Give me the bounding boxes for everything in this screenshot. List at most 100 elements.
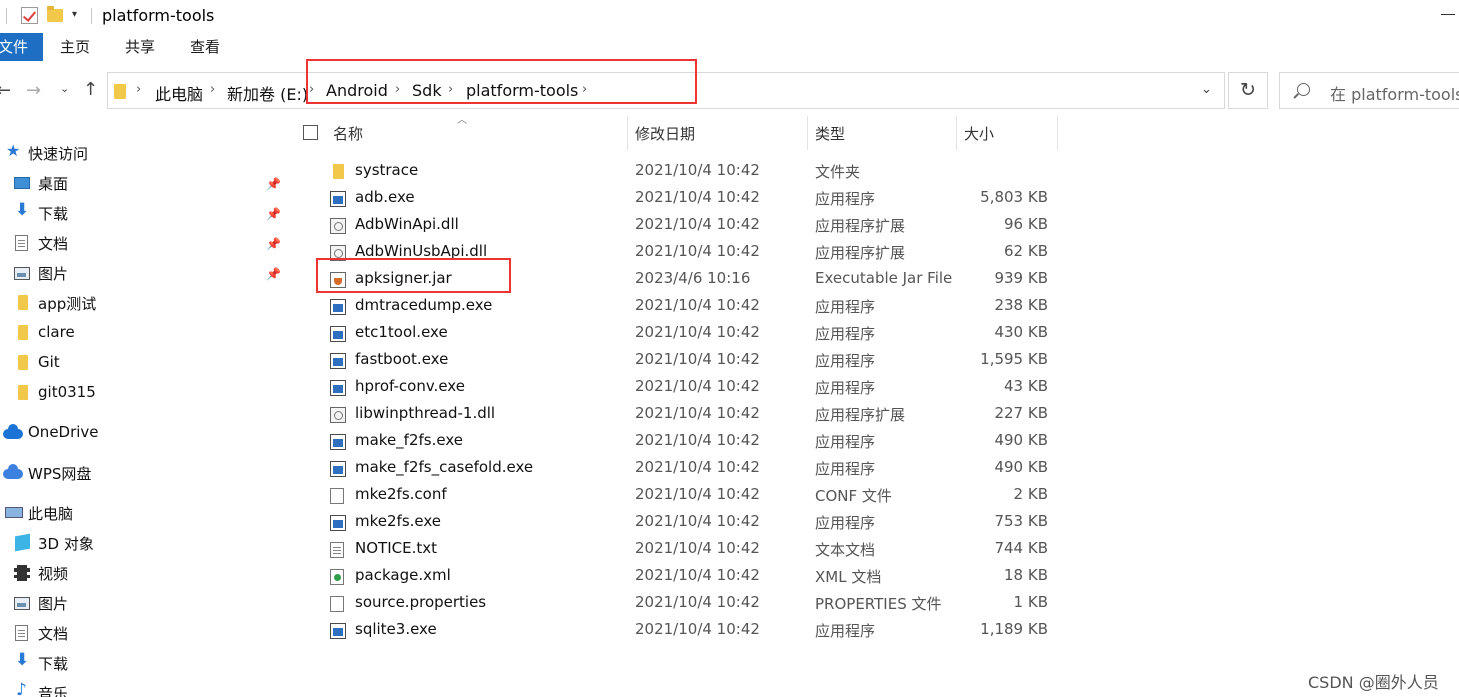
table-row[interactable]: systrace 2021/10/4 10:42 文件夹: [298, 159, 1058, 186]
sidebar-item-label: OneDrive: [28, 423, 99, 441]
file-name: mke2fs.exe: [355, 512, 442, 530]
search-icon: [1297, 83, 1310, 96]
file-date: 2021/10/4 10:42: [635, 431, 760, 449]
table-row[interactable]: dmtracedump.exe 2021/10/4 10:42 应用程序 238…: [298, 294, 1058, 321]
table-row[interactable]: mke2fs.exe 2021/10/4 10:42 应用程序 753 KB: [298, 510, 1058, 537]
file-name: make_f2fs.exe: [355, 431, 463, 449]
sidebar-item-downloads[interactable]: ⬇ 下载 📌: [0, 200, 286, 228]
forward-button[interactable]: →: [26, 80, 41, 101]
breadcrumb-drive[interactable]: 新加卷 (E:): [227, 81, 308, 105]
folder-icon: [18, 355, 28, 370]
column-header-date[interactable]: 修改日期: [635, 123, 695, 144]
table-row[interactable]: libwinpthread-1.dll 2021/10/4 10:42 应用程序…: [298, 402, 1058, 429]
sidebar-item-pc-pictures[interactable]: 图片: [0, 590, 286, 618]
file-date: 2021/10/4 10:42: [635, 620, 760, 638]
sidebar-item-quick-access[interactable]: ★ 快速访问: [0, 140, 286, 168]
table-row[interactable]: make_f2fs_casefold.exe 2021/10/4 10:42 应…: [298, 456, 1058, 483]
exe-icon: [330, 434, 346, 450]
sidebar-item-music[interactable]: ♪ 音乐: [0, 680, 286, 697]
file-size: 5,803 KB: [980, 188, 1048, 206]
sidebar-item-label: Git: [38, 353, 60, 371]
tab-file[interactable]: 文件: [0, 33, 43, 61]
column-divider[interactable]: [627, 116, 628, 150]
quick-access-toolbar-dropdown-icon[interactable]: ▾: [72, 9, 77, 20]
sidebar-item-onedrive[interactable]: OneDrive: [0, 420, 286, 448]
tab-share[interactable]: 共享: [125, 33, 155, 61]
column-header-name[interactable]: 名称: [333, 123, 363, 144]
select-all-checkbox[interactable]: [303, 125, 318, 140]
table-row[interactable]: NOTICE.txt 2021/10/4 10:42 文本文档 744 KB: [298, 537, 1058, 564]
sidebar-item-git0315[interactable]: git0315: [0, 380, 286, 408]
file-type: 应用程序扩展: [815, 244, 906, 262]
table-row[interactable]: make_f2fs.exe 2021/10/4 10:42 应用程序 490 K…: [298, 429, 1058, 456]
breadcrumb-this-pc[interactable]: 此电脑: [155, 81, 203, 105]
sidebar-item-label: clare: [38, 323, 75, 341]
wps-cloud-icon: [3, 464, 23, 479]
sidebar-item-3d-objects[interactable]: 3D 对象: [0, 530, 286, 558]
table-row[interactable]: package.xml 2021/10/4 10:42 XML 文档 18 KB: [298, 564, 1058, 591]
watermark: CSDN @圈外人员: [1308, 673, 1439, 692]
folder-icon: [114, 84, 126, 99]
sidebar-item-pc-documents[interactable]: 文档: [0, 620, 286, 648]
table-row[interactable]: adb.exe 2021/10/4 10:42 应用程序 5,803 KB: [298, 186, 1058, 213]
file-type: 应用程序扩展: [815, 217, 906, 235]
pin-icon[interactable]: 📌: [266, 267, 281, 281]
search-box[interactable]: 在 platform-tools: [1279, 72, 1459, 109]
file-size: 490 KB: [994, 431, 1048, 449]
minimize-button[interactable]: [1441, 14, 1455, 15]
file-name: libwinpthread-1.dll: [355, 404, 496, 422]
table-row[interactable]: mke2fs.conf 2021/10/4 10:42 CONF 文件 2 KB: [298, 483, 1058, 510]
file-size: 430 KB: [994, 323, 1048, 341]
pin-icon[interactable]: 📌: [266, 207, 281, 221]
file-name: fastboot.exe: [355, 350, 449, 368]
search-input[interactable]: 在 platform-tools: [1330, 81, 1459, 105]
sidebar-item-pictures[interactable]: 图片 📌: [0, 260, 286, 288]
new-folder-icon[interactable]: [47, 6, 63, 22]
column-header-type[interactable]: 类型: [815, 123, 845, 144]
tab-view[interactable]: 查看: [190, 33, 220, 61]
table-row[interactable]: hprof-conv.exe 2021/10/4 10:42 应用程序 43 K…: [298, 375, 1058, 402]
sidebar-item-this-pc[interactable]: 此电脑: [0, 500, 286, 528]
sidebar-item-pc-downloads[interactable]: ⬇ 下载: [0, 650, 286, 678]
column-header-size[interactable]: 大小: [964, 123, 994, 144]
back-button[interactable]: ←: [0, 80, 11, 101]
file-type: 应用程序: [815, 622, 876, 640]
file-type: 应用程序: [815, 352, 876, 370]
file-type: 应用程序: [815, 325, 876, 343]
sidebar-item-desktop[interactable]: 桌面 📌: [0, 170, 286, 198]
refresh-button[interactable]: ↻: [1228, 72, 1268, 109]
sidebar-item-wps[interactable]: WPS网盘: [0, 460, 286, 488]
table-row[interactable]: fastboot.exe 2021/10/4 10:42 应用程序 1,595 …: [298, 348, 1058, 375]
up-button[interactable]: ↑: [83, 79, 98, 100]
table-row[interactable]: etc1tool.exe 2021/10/4 10:42 应用程序 430 KB: [298, 321, 1058, 348]
chevron-right-icon[interactable]: ›: [136, 82, 141, 97]
column-divider[interactable]: [1057, 116, 1058, 150]
file-date: 2021/10/4 10:42: [635, 539, 760, 557]
table-row[interactable]: source.properties 2021/10/4 10:42 PROPER…: [298, 591, 1058, 618]
pin-icon[interactable]: 📌: [266, 237, 281, 251]
properties-checkbox-icon[interactable]: [21, 7, 38, 24]
address-history-chevron-down-icon[interactable]: ⌄: [1201, 82, 1212, 97]
sidebar-item-git[interactable]: Git: [0, 350, 286, 378]
file-type: 应用程序: [815, 460, 876, 478]
pin-icon[interactable]: 📌: [266, 177, 281, 191]
folder-icon: [18, 295, 28, 310]
picture-icon: [14, 267, 30, 280]
sidebar-item-clare[interactable]: clare: [0, 320, 286, 348]
sidebar-item-app-test[interactable]: app测试: [0, 290, 286, 318]
recent-locations-chevron-down-icon[interactable]: ⌄: [60, 82, 69, 95]
table-row[interactable]: sqlite3.exe 2021/10/4 10:42 应用程序 1,189 K…: [298, 618, 1058, 645]
sidebar-item-label: 文档: [38, 625, 69, 643]
blank-file-icon: [330, 596, 344, 612]
file-name: AdbWinApi.dll: [355, 215, 459, 233]
file-name: NOTICE.txt: [355, 539, 437, 557]
document-icon: [15, 235, 28, 251]
sidebar-item-documents[interactable]: 文档 📌: [0, 230, 286, 258]
column-divider[interactable]: [807, 116, 808, 150]
chevron-right-icon[interactable]: ›: [210, 82, 215, 97]
tab-home[interactable]: 主页: [60, 33, 90, 61]
table-row[interactable]: AdbWinApi.dll 2021/10/4 10:42 应用程序扩展 96 …: [298, 213, 1058, 240]
sidebar-item-videos[interactable]: 视频: [0, 560, 286, 588]
column-divider[interactable]: [956, 116, 957, 150]
exe-icon: [330, 299, 346, 315]
